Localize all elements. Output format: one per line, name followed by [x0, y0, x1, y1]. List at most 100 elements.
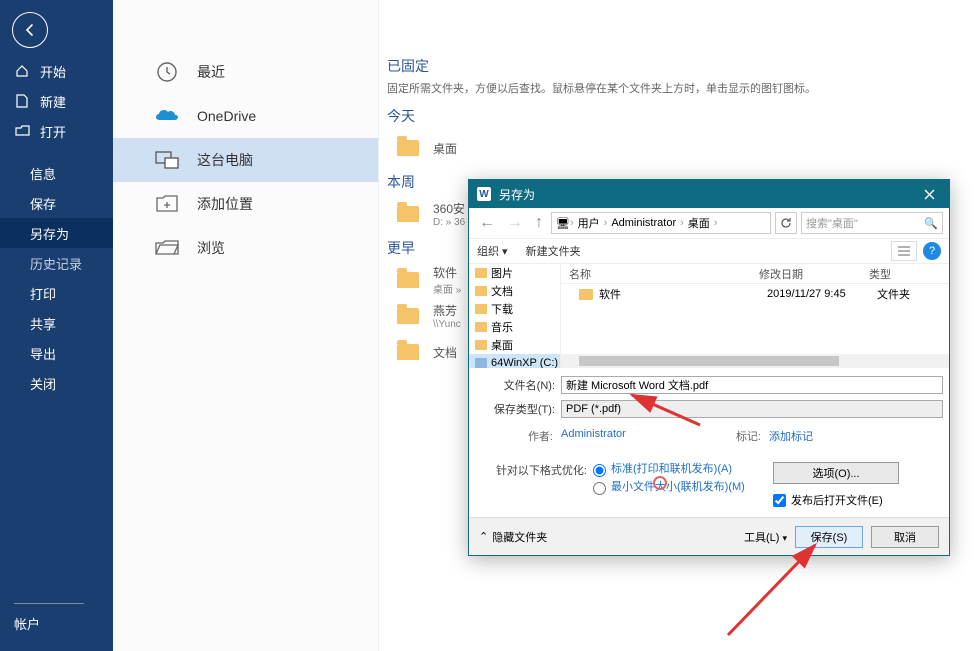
savetype-label: 保存类型(T): — [475, 401, 561, 417]
back-button[interactable] — [12, 12, 48, 48]
nav-back[interactable]: ← — [475, 212, 499, 234]
folder-icon — [397, 344, 419, 360]
breadcrumb[interactable]: 🖥 ›用户 ›Administrator ›桌面 › — [551, 212, 771, 234]
loc-recent[interactable]: 最近 — [113, 50, 378, 94]
entry-label: 燕芳 — [433, 302, 461, 319]
dialog-titlebar[interactable]: W 另存为 — [469, 180, 949, 208]
radio-standard-label[interactable]: 标准(打印和联机发布)(A) — [611, 462, 732, 476]
file-row[interactable]: 软件 2019/11/27 9:45 文件夹 — [561, 284, 949, 304]
nav-label: 保存 — [30, 194, 56, 213]
options-button[interactable]: 选项(O)... — [773, 462, 899, 484]
cancel-button[interactable]: 取消 — [871, 526, 939, 548]
view-button[interactable] — [891, 241, 917, 261]
loc-label: 浏览 — [197, 238, 225, 258]
entry-label: 桌面 — [433, 140, 457, 157]
col-date[interactable]: 修改日期 — [751, 264, 861, 283]
loc-label: 这台电脑 — [197, 150, 253, 170]
save-button[interactable]: 保存(S) — [795, 526, 863, 548]
loc-browse[interactable]: 浏览 — [113, 226, 378, 270]
nav-home[interactable]: 开始 — [0, 56, 113, 86]
optimize-label: 针对以下格式优化: — [475, 462, 593, 508]
pc-icon: 🖥 — [556, 217, 570, 230]
nav-label: 导出 — [30, 344, 56, 363]
loc-addplace[interactable]: 添加位置 — [113, 182, 378, 226]
loc-label: OneDrive — [197, 108, 256, 124]
radio-minimum[interactable] — [593, 482, 606, 495]
close-button[interactable] — [909, 180, 949, 208]
nav-new[interactable]: 新建 — [0, 86, 113, 116]
nav-save[interactable]: 保存 — [0, 188, 113, 218]
nav-label: 信息 — [30, 164, 56, 183]
open-after-checkbox[interactable] — [773, 494, 786, 507]
nav-label: 历史记录 — [30, 254, 82, 273]
author-value[interactable]: Administrator — [561, 428, 626, 444]
location-list: 最近 OneDrive 这台电脑 添加位置 浏览 — [113, 0, 379, 651]
filename-input[interactable] — [561, 376, 943, 394]
tag-label: 标记: — [709, 428, 769, 444]
nav-saveas[interactable]: 另存为 — [0, 218, 113, 248]
clock-icon — [155, 60, 179, 84]
nav-label: 新建 — [40, 92, 66, 111]
nav-print[interactable]: 打印 — [0, 278, 113, 308]
tag-value[interactable]: 添加标记 — [769, 428, 813, 444]
radio-minimum-label[interactable]: 最小文件大小(联机发布)(M) — [611, 480, 745, 494]
loc-thispc[interactable]: 这台电脑 — [113, 138, 378, 182]
today-header: 今天 — [387, 106, 959, 126]
col-type[interactable]: 类型 — [861, 264, 899, 283]
nav-open[interactable]: 打开 — [0, 116, 113, 146]
open-after-label[interactable]: 发布后打开文件(E) — [791, 492, 883, 508]
entry-label: 360安 — [433, 200, 465, 217]
search-icon: 🔍 — [924, 217, 938, 230]
loc-label: 最近 — [197, 62, 225, 82]
nav-label: 另存为 — [30, 224, 69, 243]
nav-close[interactable]: 关闭 — [0, 368, 113, 398]
author-label: 作者: — [475, 428, 561, 444]
folder-icon — [397, 308, 419, 324]
file-icon — [14, 94, 30, 108]
nav-up[interactable]: ↑ — [531, 212, 547, 234]
dialog-title: 另存为 — [499, 186, 535, 203]
radio-standard[interactable] — [593, 464, 606, 477]
entry-sub: \\Yunc — [433, 319, 461, 330]
nav-label: 关闭 — [30, 374, 56, 393]
filename-label: 文件名(N): — [475, 377, 561, 393]
pinned-header: 已固定 — [387, 56, 959, 76]
folder-icon — [397, 140, 419, 156]
loc-onedrive[interactable]: OneDrive — [113, 94, 378, 138]
onedrive-icon — [155, 104, 179, 128]
pinned-sub: 固定所需文件夹，方便以后查找。鼠标悬停在某个文件夹上方时，单击显示的图钉图标。 — [387, 80, 959, 96]
nav-account[interactable]: 帐户 — [14, 603, 84, 633]
hide-folders-toggle[interactable]: ⌃隐藏文件夹 — [479, 529, 547, 545]
col-name[interactable]: 名称 — [561, 264, 751, 283]
browse-icon — [155, 236, 179, 260]
refresh-button[interactable] — [775, 212, 797, 234]
nav-label: 共享 — [30, 314, 56, 333]
thispc-icon — [155, 148, 179, 172]
nav-history[interactable]: 历史记录 — [0, 248, 113, 278]
nav-label: 开始 — [40, 62, 66, 81]
nav-forward[interactable]: → — [503, 212, 527, 234]
folder-open-icon — [14, 125, 30, 137]
home-icon — [14, 64, 30, 78]
addplace-icon — [155, 192, 179, 216]
hscrollbar[interactable] — [561, 354, 949, 368]
backstage-sidebar: 开始 新建 打开 信息 保存 另存为 历史记录 打印 共享 导出 关闭 帐户 — [0, 0, 113, 651]
saveas-dialog: W 另存为 ← → ↑ 🖥 ›用户 ›Administrator ›桌面 › 搜… — [468, 179, 950, 556]
nav-label: 打开 — [40, 122, 66, 141]
file-list[interactable]: 名称 修改日期 类型 软件 2019/11/27 9:45 文件夹 — [561, 264, 949, 368]
word-icon: W — [477, 187, 491, 201]
search-input[interactable]: 搜索"桌面"🔍 — [801, 212, 943, 234]
nav-share[interactable]: 共享 — [0, 308, 113, 338]
savetype-dropdown[interactable] — [561, 400, 943, 418]
folder-icon — [397, 272, 419, 288]
help-button[interactable]: ? — [923, 242, 941, 260]
nav-info[interactable]: 信息 — [0, 158, 113, 188]
nav-export[interactable]: 导出 — [0, 338, 113, 368]
new-folder-button[interactable]: 新建文件夹 — [526, 243, 581, 259]
folder-tree[interactable]: 图片 文档 下载 音乐 桌面 64WinXP (C:) — [469, 264, 561, 368]
tools-menu[interactable]: 工具(L) — [744, 529, 787, 545]
folder-icon — [397, 206, 419, 222]
folder-entry[interactable]: 桌面 — [397, 130, 959, 166]
entry-sub: D: » 36 — [433, 217, 465, 228]
organize-menu[interactable]: 组织 ▾ — [477, 243, 508, 259]
